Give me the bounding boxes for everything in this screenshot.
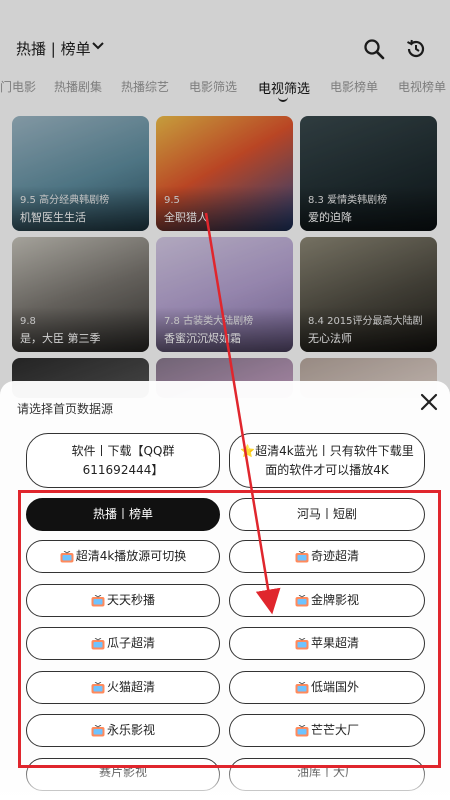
annotation-arrow (204, 212, 281, 615)
